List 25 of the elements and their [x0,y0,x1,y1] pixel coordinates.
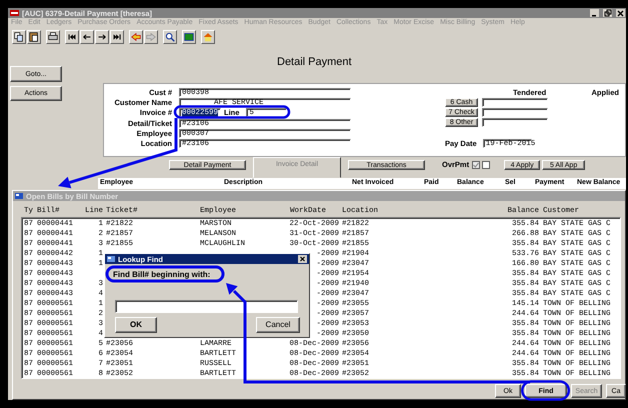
forward-arrow-icon[interactable] [144,30,158,44]
ok-button[interactable]: OK [115,316,157,333]
first-record-icon[interactable] [65,30,79,44]
home-icon[interactable] [201,30,215,44]
window-icon [15,193,23,199]
clipboard-icon[interactable] [27,30,41,44]
printer-icon[interactable] [46,30,60,44]
prompt-label: Find Bill# beginning with: [113,270,210,280]
search-icon[interactable] [163,30,177,44]
return-arrow-icon[interactable] [129,30,143,44]
close-icon[interactable] [298,255,307,263]
cancel-button[interactable]: Cancel [256,316,300,333]
last-record-icon[interactable] [110,30,124,44]
restore-icon[interactable] [603,9,612,17]
page-heading: Detail Payment [277,55,352,69]
monitor-icon[interactable] [182,30,196,44]
checkbox[interactable] [482,161,490,169]
app-icon [10,10,19,16]
search-field[interactable] [115,300,298,313]
minimize-icon[interactable] [590,9,599,17]
window-icon [107,256,115,262]
close-icon[interactable] [616,9,625,17]
amount-field[interactable] [482,108,548,116]
amount-field[interactable] [482,98,548,106]
copy-icon[interactable] [12,30,26,44]
